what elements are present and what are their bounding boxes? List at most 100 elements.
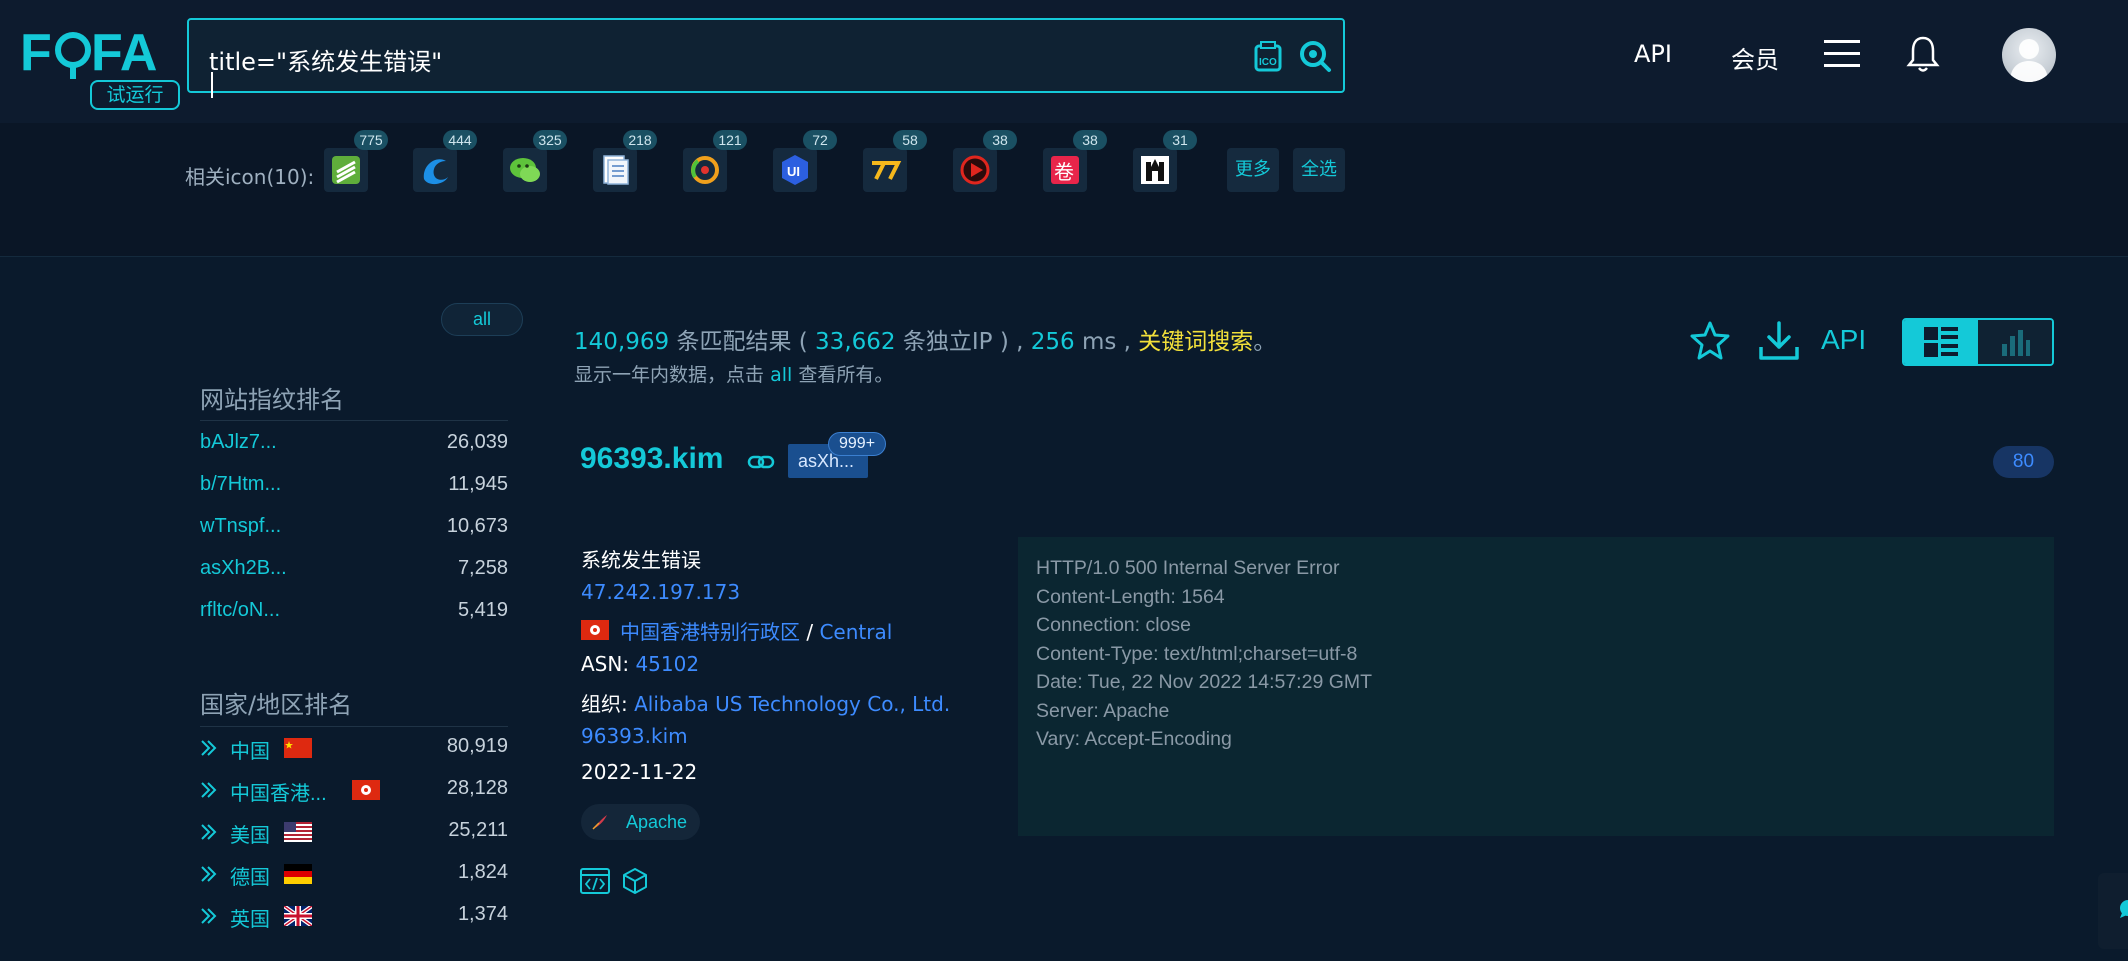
related-icons-bar: 相关icon(10): 775 444 325 218 121 UI 72 58… <box>0 123 2128 257</box>
bar-chart-icon <box>2002 330 2030 356</box>
all-filter-pill[interactable]: all <box>441 303 523 336</box>
avatar[interactable] <box>2002 28 2056 82</box>
icon-count-badge: 121 <box>713 130 747 150</box>
unique-close: ) , <box>999 329 1024 355</box>
related-icon-8[interactable]: 38 <box>953 130 1017 192</box>
related-icon-9[interactable]: 卷 38 <box>1043 130 1107 192</box>
bell-icon[interactable] <box>1906 35 1940 73</box>
city-link[interactable]: Central <box>819 620 892 644</box>
related-icon-1[interactable]: 775 <box>324 130 388 192</box>
related-icons-label: 相关icon(10): <box>185 165 315 189</box>
text-caret <box>211 72 213 98</box>
result-summary: 140,969 条匹配结果 ( 33,662 条独立IP ) , 256 ms … <box>574 322 1276 356</box>
hong-kong-flag-icon <box>352 780 380 800</box>
hong-kong-flag-icon <box>581 620 609 640</box>
download-icon[interactable] <box>1757 319 1801 363</box>
country-row[interactable]: 中国 80,919 <box>200 735 508 765</box>
fingerprint-ranking-title: 网站指纹排名 <box>200 386 344 414</box>
related-icon-2[interactable]: 444 <box>413 130 477 192</box>
related-icon-5[interactable]: 121 <box>683 130 747 192</box>
banner-line: Date: Tue, 22 Nov 2022 14:57:29 GMT <box>1036 671 1373 693</box>
fingerprint-name: wTnspf... <box>200 515 282 537</box>
result-title: 系统发生错误 <box>581 548 701 572</box>
result-ip-link[interactable]: 47.242.197.173 <box>581 580 740 604</box>
nav-member-link[interactable]: 会员 <box>1731 40 1779 75</box>
one-year-note: 显示一年内数据，点击 all 查看所有。 <box>574 360 893 387</box>
server-tag[interactable]: Apache <box>581 804 700 840</box>
asn-link[interactable]: 45102 <box>635 652 699 676</box>
keyword-search-link[interactable]: 关键词搜索 <box>1138 329 1253 355</box>
api-link[interactable]: API <box>1821 324 1866 356</box>
result-location: 中国香港特别行政区 / Central <box>620 616 892 645</box>
fingerprint-count: 26,039 <box>446 431 508 453</box>
show-all-link[interactable]: all <box>770 364 792 386</box>
fingerprint-count: 7,258 <box>457 557 508 579</box>
region-link[interactable]: 中国香港特别行政区 <box>620 620 800 644</box>
cube-icon[interactable] <box>622 867 648 895</box>
related-icon-3[interactable]: 325 <box>503 130 567 192</box>
fingerprint-count: 11,945 <box>448 473 508 495</box>
country-row[interactable]: 德国 1,824 <box>200 861 508 891</box>
fingerprint-name: rfltc/oN... <box>200 599 281 621</box>
wechat-icon <box>510 158 540 182</box>
http-banner-panel: HTTP/1.0 500 Internal Server Error Conte… <box>1018 537 2054 836</box>
fingerprint-name: asXh2B... <box>200 557 287 579</box>
fingerprint-row[interactable]: asXh2B... 7,258 <box>200 557 508 587</box>
floating-chat-tab[interactable] <box>2098 873 2128 949</box>
org-link[interactable]: Alibaba US Technology Co., Ltd. <box>634 692 950 716</box>
result-date: 2022-11-22 <box>581 760 698 784</box>
fingerprint-row[interactable]: wTnspf... 10,673 <box>200 515 508 545</box>
search-icon[interactable] <box>1297 38 1333 74</box>
country-row[interactable]: 英国 1,374 <box>200 903 508 933</box>
icon-count-badge: 31 <box>1163 130 1197 150</box>
country-count: 80,919 <box>446 735 508 757</box>
related-icon-10[interactable]: 31 <box>1133 130 1197 192</box>
double-chevron-right-icon <box>201 908 217 924</box>
note-suffix: 查看所有。 <box>798 364 894 386</box>
fingerprint-row[interactable]: rfltc/oN... 5,419 <box>200 599 508 629</box>
search-input[interactable]: title="系统发生错误" ICO <box>187 18 1345 98</box>
more-icons-button[interactable]: 更多 <box>1227 148 1279 192</box>
chart-view-button[interactable] <box>1978 320 2052 364</box>
matches-label: 条匹配结果 <box>676 329 792 355</box>
nav-api-link[interactable]: API <box>1634 40 1672 68</box>
result-host-link[interactable]: 96393.kim <box>580 442 723 476</box>
list-view-button[interactable] <box>1904 320 1978 364</box>
country-name: 英国 <box>230 909 270 931</box>
port-badge[interactable]: 80 <box>1993 446 2054 478</box>
domain-link[interactable]: 96393.kim <box>581 724 688 748</box>
fofa-logo[interactable]: F FA 试运行 <box>20 22 180 110</box>
fingerprint-name: b/7Htm... <box>200 473 282 495</box>
country-count: 28,128 <box>446 777 508 799</box>
fingerprint-row[interactable]: b/7Htm... 11,945 <box>200 473 508 503</box>
related-icon-4[interactable]: 218 <box>593 130 657 192</box>
related-icon-7[interactable]: 58 <box>863 130 927 192</box>
org-label: 组织: <box>581 692 628 716</box>
fofa-logo-mark: F FA <box>20 24 157 82</box>
location-separator: / <box>806 620 814 644</box>
double-chevron-right-icon <box>201 824 217 840</box>
banner-line: Vary: Accept-Encoding <box>1036 728 1232 750</box>
code-view-icon[interactable] <box>580 868 610 894</box>
banner-line: Server: Apache <box>1036 699 1170 722</box>
fingerprint-count: 10,673 <box>446 515 508 537</box>
apache-feather-icon <box>592 815 607 830</box>
blue-swirl-icon <box>423 159 448 185</box>
asn-label: ASN: <box>581 652 630 676</box>
yellow-77-icon <box>872 161 902 180</box>
country-row[interactable]: 中国香港... 28,128 <box>200 777 508 807</box>
menu-icon[interactable] <box>1824 38 1860 70</box>
red-play-icon <box>960 155 990 185</box>
select-all-button[interactable]: 全选 <box>1293 148 1345 192</box>
related-icon-6[interactable]: UI 72 <box>773 130 837 192</box>
star-favorite-icon[interactable] <box>1688 319 1732 363</box>
double-chevron-right-icon <box>201 782 217 798</box>
total-count: 140,969 <box>574 329 670 355</box>
red-juan-icon: 卷 <box>1051 156 1079 184</box>
country-row[interactable]: 美国 25,211 <box>200 819 508 849</box>
ico-search-icon[interactable]: ICO <box>1251 38 1287 74</box>
link-icon[interactable] <box>747 452 775 472</box>
banner-line: HTTP/1.0 500 Internal Server Error <box>1036 557 1340 579</box>
grid-list-icon <box>1924 327 1958 357</box>
fingerprint-row[interactable]: bAJlz7... 26,039 <box>200 431 508 461</box>
